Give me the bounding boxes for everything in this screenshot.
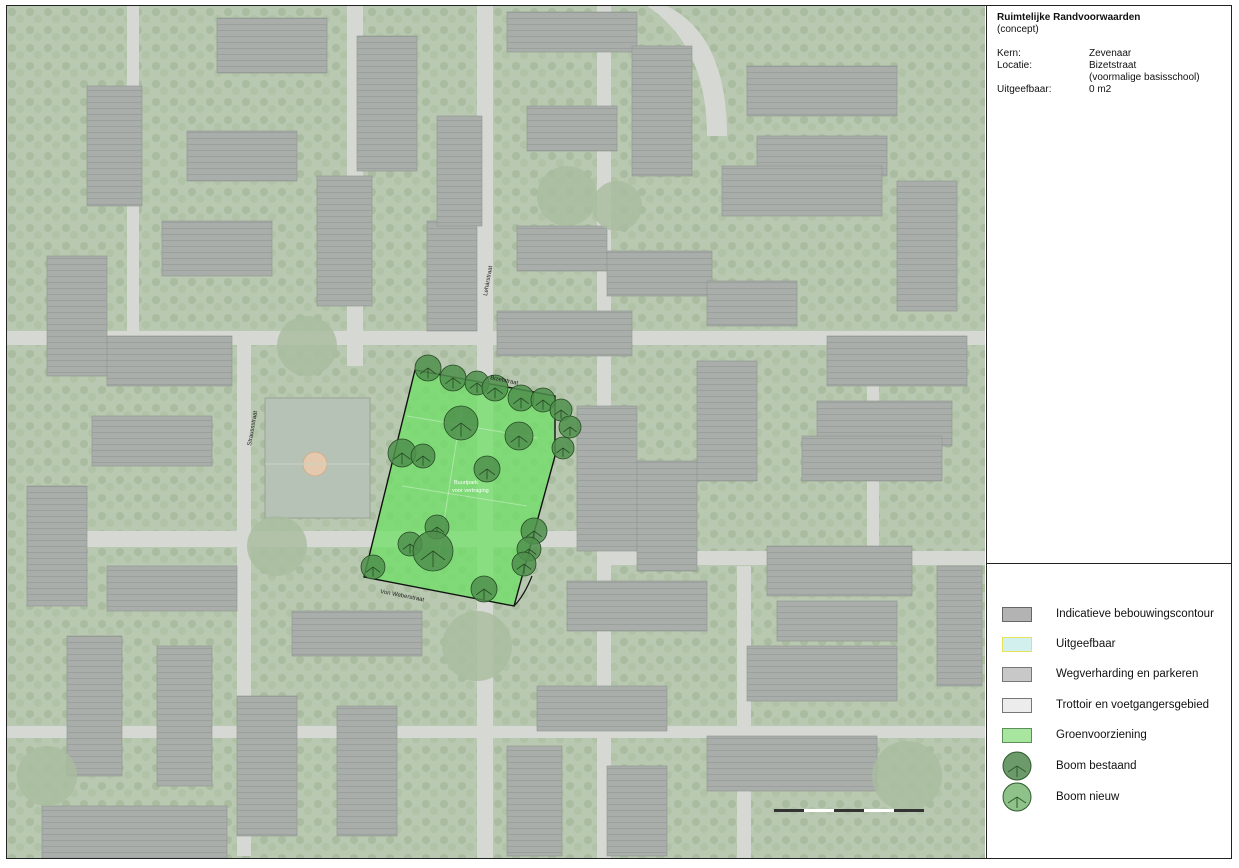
legend-item-groenvoorziening: Groenvoorziening xyxy=(1001,724,1147,746)
legend: Indicatieve bebouwingscontour Uitgeefbaa… xyxy=(987,563,1231,858)
legend-swatch-wegverharding xyxy=(1002,666,1032,682)
aerial-map-canvas: Bizetstraat Lehárstraat Straussstraat Vo… xyxy=(7,6,985,858)
legend-item-uitgeefbaar: Uitgeefbaar xyxy=(1001,633,1115,655)
field-locatie-key: Locatie: xyxy=(997,60,1033,71)
tree-existing-icon xyxy=(507,384,535,412)
legend-item-bebouwingscontour: Indicatieve bebouwingscontour xyxy=(1001,603,1214,625)
legend-item-trottoir: Trottoir en voetgangersgebied xyxy=(1001,694,1209,716)
field-kern-value: Zevenaar xyxy=(1089,48,1132,59)
legend-label: Trottoir en voetgangersgebied xyxy=(1056,699,1210,711)
area-annotation-line2: voor vertraging xyxy=(452,488,489,494)
tree-new-icon xyxy=(1002,782,1032,812)
field-kern-key: Kern: xyxy=(997,48,1021,59)
field-locatie-value: Bizetstraat xyxy=(1089,60,1137,71)
aerial-map[interactable]: Bizetstraat Lehárstraat Straussstraat Vo… xyxy=(7,6,985,858)
legend-swatch-bebouwingscontour xyxy=(1002,606,1032,622)
tree-existing-icon xyxy=(511,551,537,577)
field-kern: Kern: Zevenaar xyxy=(997,48,1221,60)
tree-existing-icon xyxy=(470,575,498,603)
field-uitgeefbaar: Uitgeefbaar: 0 m2 xyxy=(997,84,1221,96)
info-panel: Ruimtelijke Randvoorwaarden (concept) Ke… xyxy=(987,6,1231,563)
field-locatie: Locatie: Bizetstraat (voormalige basissc… xyxy=(997,60,1221,84)
legend-label: Boom bestaand xyxy=(1056,760,1137,772)
legend-item-boom-bestaand: Boom bestaand xyxy=(1001,751,1137,781)
plan-title: Ruimtelijke Randvoorwaarden xyxy=(997,12,1141,23)
legend-label: Boom nieuw xyxy=(1056,791,1120,803)
tree-existing-icon xyxy=(414,354,442,382)
tree-existing-icon xyxy=(558,415,582,439)
field-uitgeefbaar-value: 0 m2 xyxy=(1089,84,1112,95)
legend-label: Wegverharding en parkeren xyxy=(1056,668,1199,680)
tree-existing-icon xyxy=(1002,751,1032,781)
field-uitgeefbaar-key: Uitgeefbaar: xyxy=(997,84,1052,95)
legend-label: Uitgeefbaar xyxy=(1056,638,1116,650)
tree-existing-icon xyxy=(410,443,436,469)
tree-existing-icon xyxy=(439,364,467,392)
tree-existing-icon xyxy=(360,554,386,580)
tree-existing-icon xyxy=(443,405,479,441)
field-locatie-value2: (voormalige basisschool) xyxy=(1089,72,1200,83)
legend-label: Indicatieve bebouwingscontour xyxy=(1056,608,1214,620)
tree-existing-icon xyxy=(412,530,454,572)
tree-existing-icon xyxy=(551,436,575,460)
legend-item-wegverharding: Wegverharding en parkeren xyxy=(1001,663,1198,685)
tree-existing-icon xyxy=(504,421,534,451)
legend-label: Groenvoorziening xyxy=(1056,729,1147,741)
scale-bar xyxy=(774,809,924,812)
area-annotation-line1: Buurtpark xyxy=(454,480,478,486)
legend-swatch-groenvoorziening xyxy=(1002,727,1032,743)
tree-existing-icon xyxy=(473,455,501,483)
plan-subtitle: (concept) xyxy=(997,24,1039,35)
legend-swatch-uitgeefbaar xyxy=(1002,636,1032,652)
legend-item-boom-nieuw: Boom nieuw xyxy=(1001,782,1120,812)
legend-swatch-trottoir xyxy=(1002,697,1032,713)
